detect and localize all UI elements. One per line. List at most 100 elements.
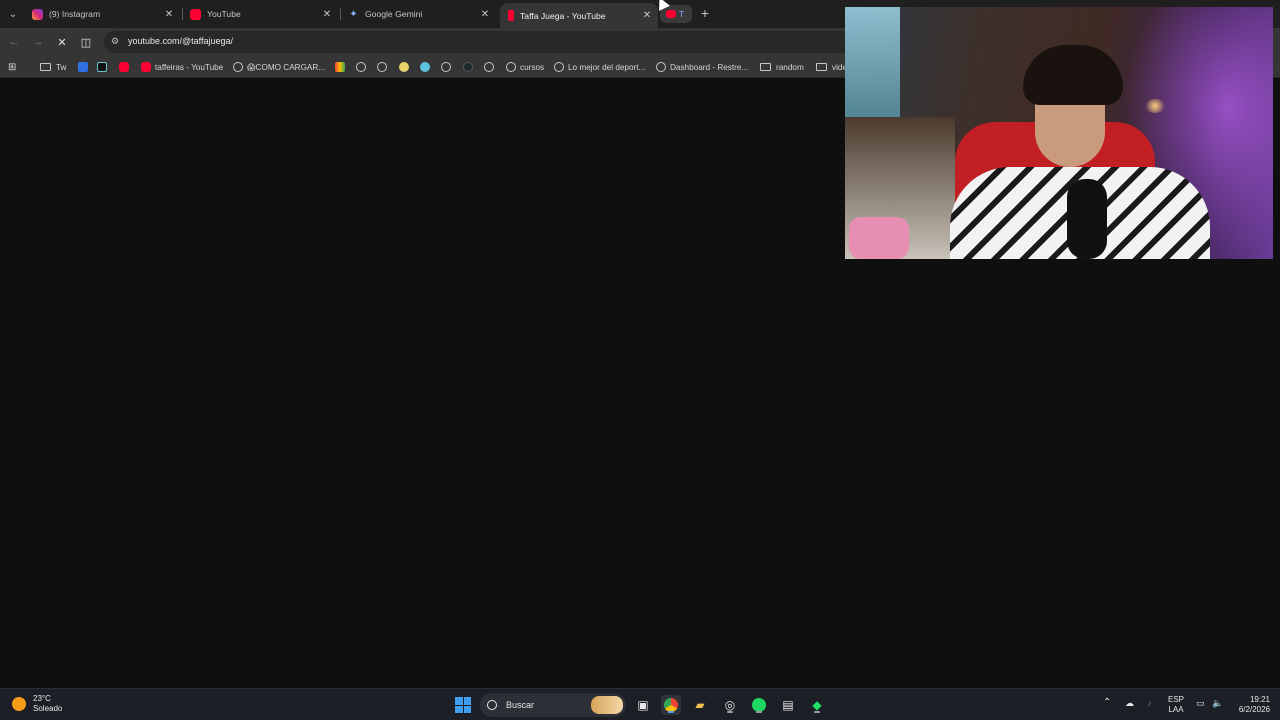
globe-icon (554, 62, 564, 72)
youtube-icon (119, 62, 129, 72)
volume-icon[interactable]: 🔈 (1212, 698, 1223, 708)
lang-code: ESP (1168, 695, 1185, 704)
apps-grid-icon[interactable]: ⊞ (8, 60, 16, 74)
globe-icon (356, 62, 366, 72)
bookmark-youtube[interactable] (119, 60, 133, 74)
bookmark-como-cargar[interactable]: 😱COMO CARGAR... (233, 60, 325, 74)
tab-google-gemini[interactable]: ✦ Google Gemini ✕ (340, 3, 496, 25)
globe-icon (377, 62, 387, 72)
obs-icon[interactable]: ◎ (720, 695, 740, 715)
globe-icon (441, 62, 451, 72)
site-info-icon[interactable]: ⚙ (111, 36, 123, 48)
bookmark-globe-3[interactable] (441, 60, 455, 74)
bookmark-folder-vide[interactable]: vide (816, 60, 847, 74)
side-panel-icon[interactable]: ◫ (78, 34, 94, 50)
tab-taffa-juega[interactable]: Taffa Juega - YouTube ✕ (500, 3, 658, 28)
bookmark-label: cursos (520, 62, 545, 72)
forward-arrow-icon[interactable]: → (30, 34, 46, 50)
tab-search-chevron-icon[interactable]: ⌄ (4, 5, 22, 23)
network-icon[interactable]: ▭ (1196, 698, 1205, 708)
address-bar[interactable]: ⚙ youtube.com/@taffajuega/ (104, 31, 864, 53)
youtube-icon (666, 10, 676, 18)
running-indicator (668, 711, 674, 713)
clock[interactable]: 19:21 6/2/2026 (1232, 695, 1270, 715)
sun-icon (12, 697, 26, 711)
tray-overflow-icon[interactable]: ⌃ (1103, 698, 1111, 708)
bookmark-taffeiras[interactable]: taffeiras - YouTube (141, 60, 223, 74)
language-indicator[interactable]: ESP LAA (1168, 695, 1184, 715)
tab-youtube[interactable]: YouTube ✕ (182, 3, 338, 25)
spotify-taskbar-icon[interactable] (749, 695, 769, 715)
bookmark-yellow[interactable] (399, 60, 413, 74)
start-button[interactable] (453, 695, 473, 715)
keyboard-layout: LAA (1168, 705, 1184, 714)
clock-date: 6/2/2026 (1238, 705, 1270, 714)
bookmark-cyan[interactable] (420, 60, 434, 74)
taskbar-search[interactable]: Buscar (480, 693, 626, 717)
bookmark-cursos[interactable]: cursos (506, 60, 544, 74)
weather-desc: Soleado (33, 704, 63, 713)
search-placeholder: Buscar (506, 700, 535, 710)
windows-logo-icon (455, 697, 471, 713)
tab-label: Taffa Juega - YouTube (520, 10, 606, 21)
back-arrow-icon[interactable]: ← (6, 34, 22, 50)
tray-mic-icon[interactable]: ♪ (1147, 698, 1152, 708)
tab-label: T (679, 9, 685, 19)
site-icon (420, 62, 430, 72)
folder-icon (760, 63, 771, 71)
youtube-icon (141, 62, 151, 72)
running-indicator (727, 711, 733, 713)
taskbar: 23°C Soleado Buscar ▣ ▰ ◎ ▤ ◆ ⌃ ☁ ♪ ESP … (0, 688, 1280, 720)
stop-loading-icon[interactable]: ✕ (54, 34, 70, 50)
running-indicator (814, 711, 820, 713)
globe-icon (656, 62, 666, 72)
url-text[interactable]: youtube.com/@taffajuega/ (128, 36, 233, 46)
instagram-icon (32, 8, 43, 20)
folder-icon (40, 63, 51, 71)
app-green-icon[interactable]: ◆ (807, 695, 827, 715)
bookmark-dark[interactable] (463, 60, 477, 74)
store-icon[interactable]: ▤ (778, 695, 798, 715)
bookmark-globe-4[interactable] (484, 60, 498, 74)
site-icon (399, 62, 409, 72)
running-indicator (756, 711, 762, 713)
close-tab-icon[interactable]: ✕ (162, 7, 176, 21)
bookmark-label: Lo mejor del deport... (568, 62, 646, 72)
tray-app-icon[interactable]: ☁ (1125, 698, 1134, 708)
bookmark-lo-mejor[interactable]: Lo mejor del deport... (554, 60, 645, 74)
lamp (1145, 99, 1165, 113)
bookmark-tiktok[interactable] (97, 60, 111, 74)
streamer-hair (1023, 45, 1123, 105)
close-tab-icon[interactable]: ✕ (320, 7, 334, 21)
bookmark-globe-1[interactable] (356, 60, 370, 74)
folder-icon (816, 63, 827, 71)
bookmark-globe-2[interactable] (377, 60, 391, 74)
site-icon (463, 62, 473, 72)
task-view-icon[interactable]: ▣ (633, 695, 653, 715)
tab-label: YouTube (207, 9, 241, 19)
tab-label: Google Gemini (365, 9, 423, 19)
bookmark-label: Tw (56, 62, 67, 72)
weather-widget[interactable]: 23°C Soleado (12, 694, 62, 714)
new-tab-button[interactable]: + (698, 6, 712, 20)
webcam-overlay (845, 7, 1273, 259)
bookmark-gmail[interactable] (335, 60, 349, 74)
chrome-icon (664, 698, 678, 712)
gemini-icon: ✦ (349, 8, 358, 20)
search-icon (487, 700, 497, 710)
bookmark-label: Dashboard - Restre... (670, 62, 749, 72)
chrome-taskbar-icon[interactable] (661, 695, 681, 715)
close-tab-icon[interactable]: ✕ (478, 7, 492, 21)
file-explorer-icon[interactable]: ▰ (690, 695, 710, 715)
bookmark-folder-random[interactable]: random (760, 60, 804, 74)
bookmark-label: taffeiras - YouTube (155, 62, 224, 72)
bookmark-dashboard[interactable]: Dashboard - Restre... (656, 60, 748, 74)
close-tab-icon[interactable]: ✕ (640, 9, 654, 23)
tab-instagram[interactable]: (9) Instagram ✕ (24, 3, 180, 25)
bookmark-blue-icon[interactable] (78, 60, 92, 74)
bookmark-folder-tw[interactable]: Tw (40, 60, 66, 74)
spotify-icon (752, 698, 766, 712)
bookmark-label: random (776, 62, 804, 72)
youtube-icon (190, 8, 201, 20)
youtube-icon (508, 10, 514, 21)
